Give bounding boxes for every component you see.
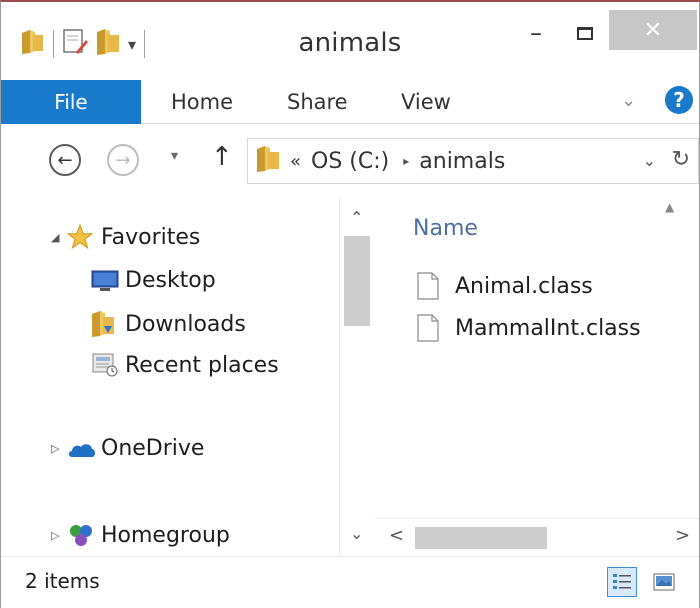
title-bar: ▾ animals – ✕ xyxy=(1,2,699,76)
onedrive-icon xyxy=(67,439,101,459)
star-icon xyxy=(67,224,101,250)
tab-home[interactable]: Home xyxy=(171,80,233,124)
sort-ascending-icon: ▲ xyxy=(665,200,675,214)
breadcrumb-animals[interactable]: animals xyxy=(419,149,505,174)
horizontal-scrollbar[interactable]: < > xyxy=(375,518,699,556)
maximize-icon xyxy=(577,26,593,40)
scrollbar-thumb[interactable] xyxy=(415,527,547,549)
nav-item-label: Downloads xyxy=(125,311,246,337)
details-view-icon[interactable] xyxy=(607,567,637,597)
nav-item-label: Homegroup xyxy=(101,522,230,548)
expander-icon[interactable]: ◢ xyxy=(51,231,67,244)
close-button[interactable]: ✕ xyxy=(609,10,697,50)
column-header-name[interactable]: Name xyxy=(413,216,478,241)
ribbon-tabs: File Home Share View ⌄ ? xyxy=(1,76,699,124)
close-icon: ✕ xyxy=(643,17,663,43)
list-item[interactable]: Animal.class xyxy=(417,272,593,300)
refresh-icon[interactable]: ↻ xyxy=(672,147,690,172)
recent-locations-dropdown[interactable]: ▾ xyxy=(171,148,178,164)
scroll-down-icon[interactable]: ⌄ xyxy=(350,524,363,543)
address-dropdown-icon[interactable]: ⌄ xyxy=(643,151,656,170)
nav-item-homegroup[interactable]: ▷ Homegroup xyxy=(51,522,230,548)
desktop-icon xyxy=(91,270,125,292)
expander-icon[interactable]: ▷ xyxy=(51,529,67,542)
recent-places-icon xyxy=(91,352,125,378)
file-name: Animal.class xyxy=(455,273,593,299)
navigation-bar: ← → ▾ ↑ « OS (C:) ▸ animals ⌄ ↻ xyxy=(1,124,699,196)
nav-item-downloads[interactable]: Downloads xyxy=(91,310,246,338)
nav-item-favorites[interactable]: ◢ Favorites xyxy=(51,224,200,250)
tab-view[interactable]: View xyxy=(401,80,451,124)
nav-item-desktop[interactable]: Desktop xyxy=(91,268,216,293)
file-icon xyxy=(417,314,455,342)
nav-pane-scrollbar[interactable]: ⌃ ⌄ xyxy=(339,196,375,556)
minimize-icon: – xyxy=(530,19,542,47)
scroll-right-icon[interactable]: > xyxy=(675,525,690,546)
tab-share[interactable]: Share xyxy=(287,80,348,124)
file-list-pane: Name ▲ Animal.class MammalInt.class < > xyxy=(375,196,699,556)
status-bar: 2 items xyxy=(1,556,699,608)
address-bar[interactable]: « OS (C:) ▸ animals ⌄ ↻ xyxy=(247,138,699,184)
expander-icon[interactable]: ▷ xyxy=(51,442,67,455)
nav-item-onedrive[interactable]: ▷ OneDrive xyxy=(51,436,204,461)
tab-file[interactable]: File xyxy=(1,80,141,124)
content-area: ◢ Favorites Desktop Downloads Recent pla… xyxy=(1,196,699,556)
up-button[interactable]: ↑ xyxy=(211,142,233,172)
folder-icon xyxy=(256,145,280,177)
large-icons-view-icon[interactable] xyxy=(649,567,679,597)
address-overflow-button[interactable]: « xyxy=(290,151,301,172)
list-item[interactable]: MammalInt.class xyxy=(417,314,641,342)
nav-item-label: OneDrive xyxy=(101,436,205,461)
nav-item-label: Recent places xyxy=(125,352,279,378)
nav-item-label: Desktop xyxy=(125,268,216,293)
item-count: 2 items xyxy=(25,569,100,593)
file-icon xyxy=(417,272,455,300)
scrollbar-thumb[interactable] xyxy=(344,236,370,326)
maximize-button[interactable] xyxy=(563,12,607,54)
ribbon-expand-icon[interactable]: ⌄ xyxy=(621,90,636,111)
file-name: MammalInt.class xyxy=(455,315,641,341)
homegroup-icon xyxy=(67,522,101,548)
scroll-left-icon[interactable]: < xyxy=(389,525,404,546)
back-button[interactable]: ← xyxy=(49,144,81,176)
minimize-button[interactable]: – xyxy=(511,12,561,54)
help-icon[interactable]: ? xyxy=(665,86,693,114)
nav-item-recent-places[interactable]: Recent places xyxy=(91,352,279,378)
navigation-pane: ◢ Favorites Desktop Downloads Recent pla… xyxy=(1,196,375,556)
scroll-up-icon[interactable]: ⌃ xyxy=(350,208,363,227)
forward-button[interactable]: → xyxy=(107,144,139,176)
breadcrumb-separator-icon[interactable]: ▸ xyxy=(403,154,409,168)
downloads-icon xyxy=(91,310,125,338)
explorer-window: ▾ animals – ✕ File Home Share View ⌄ ? ←… xyxy=(0,0,700,608)
breadcrumb-os-drive[interactable]: OS (C:) xyxy=(311,149,389,174)
nav-item-label: Favorites xyxy=(101,224,201,250)
